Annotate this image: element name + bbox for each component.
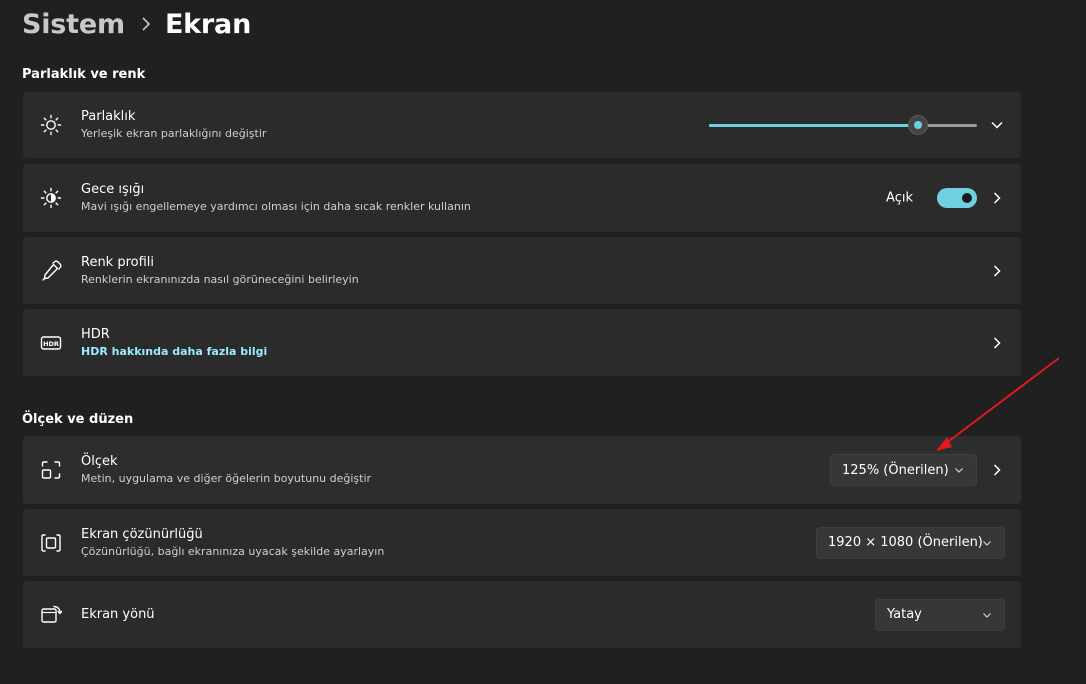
breadcrumb: Sistem Ekran: [22, 6, 251, 42]
night-light-text: Gece ışığı Mavi ışığı engellemeye yardım…: [81, 181, 471, 215]
display-settings-page: Sistem Ekran Parlaklık ve renk Parlaklık…: [0, 0, 1086, 684]
orientation-dropdown[interactable]: Yatay: [875, 598, 1005, 631]
brightness-slider[interactable]: [709, 115, 977, 135]
scale-subtitle: Metin, uygulama ve diğer öğelerin boyutu…: [81, 472, 372, 485]
next-section-peek: [22, 676, 36, 684]
night-light-toggle[interactable]: [937, 188, 977, 208]
orientation-title: Ekran yönü: [81, 606, 155, 622]
chevron-down-icon: [982, 610, 992, 620]
orientation-card[interactable]: Ekran yönü Yatay: [23, 581, 1021, 648]
scale-title: Ölçek: [81, 454, 118, 469]
hdr-learn-more-link[interactable]: HDR hakkında daha fazla bilgi: [81, 344, 267, 360]
resolution-dropdown-value: 1920 × 1080 (Önerilen): [828, 535, 983, 550]
breadcrumb-parent-link[interactable]: Sistem: [22, 9, 125, 40]
page-title: Ekran: [164, 8, 252, 40]
hdr-title: HDR: [81, 326, 110, 342]
chevron-down-icon: [954, 465, 964, 475]
resolution-title: Ekran çözünürlüğü: [81, 526, 203, 542]
toggle-knob: [962, 193, 972, 203]
sun-icon: [40, 114, 62, 136]
color-profile-title: Renk profili: [81, 254, 155, 270]
brightness-text: Parlaklık Yerleşik ekran parlaklığını de…: [81, 108, 266, 142]
scale-text: Ölçek Metin, uygulama ve diğer öğelerin …: [81, 453, 371, 487]
section-title-brightness-color: Parlaklık ve renk: [22, 67, 146, 82]
night-light-card[interactable]: Gece ışığı Mavi ışığı engellemeye yardım…: [23, 164, 1021, 232]
hdr-card[interactable]: HDR HDR HDR hakkında daha fazla bilgi: [23, 309, 1021, 376]
resolution-subtitle: Çözünürlüğü, bağlı ekranınıza uyacak şek…: [81, 544, 385, 558]
night-light-title: Gece ışığı: [81, 182, 145, 197]
scale-icon: [40, 459, 62, 481]
color-profile-subtitle: Renklerin ekranınızda nasıl görüneceğini…: [81, 272, 359, 286]
orientation-text: Ekran yönü: [81, 606, 155, 624]
color-profile-card[interactable]: Renk profili Renklerin ekranınızda nasıl…: [23, 237, 1021, 304]
brightness-title: Parlaklık: [81, 109, 136, 124]
night-light-subtitle: Mavi ışığı engellemeye yardımcı olması i…: [81, 200, 471, 213]
chevron-right-icon[interactable]: [989, 263, 1005, 279]
night-light-icon: [40, 187, 62, 209]
eyedropper-icon: [40, 259, 62, 282]
svg-text:HDR: HDR: [43, 339, 59, 347]
chevron-down-icon: [982, 538, 992, 548]
hdr-text: HDR HDR hakkında daha fazla bilgi: [81, 326, 267, 360]
chevron-right-icon[interactable]: [989, 190, 1005, 206]
chevron-right-icon[interactable]: [989, 335, 1005, 351]
scale-dropdown[interactable]: 125% (Önerilen): [830, 454, 977, 486]
chevron-right-icon: [141, 17, 151, 31]
orientation-icon: [40, 604, 62, 626]
hdr-icon: HDR: [40, 332, 62, 354]
brightness-subtitle: Yerleşik ekran parlaklığını değiştir: [81, 127, 267, 140]
slider-thumb[interactable]: [908, 115, 929, 135]
brightness-card[interactable]: Parlaklık Yerleşik ekran parlaklığını de…: [23, 92, 1021, 158]
section-title-scale-layout: Ölçek ve düzen: [22, 412, 134, 427]
chevron-right-icon[interactable]: [989, 462, 1005, 478]
night-light-toggle-label: Açık: [886, 190, 913, 206]
resolution-card[interactable]: Ekran çözünürlüğü Çözünürlüğü, bağlı ekr…: [23, 509, 1021, 576]
resolution-text: Ekran çözünürlüğü Çözünürlüğü, bağlı ekr…: [81, 526, 384, 560]
orientation-dropdown-value: Yatay: [887, 607, 922, 622]
resolution-dropdown[interactable]: 1920 × 1080 (Önerilen): [816, 526, 1005, 559]
slider-fill: [709, 124, 919, 127]
color-profile-text: Renk profili Renklerin ekranınızda nasıl…: [81, 254, 359, 288]
resolution-icon: [40, 532, 62, 554]
scale-card[interactable]: Ölçek Metin, uygulama ve diğer öğelerin …: [23, 436, 1021, 504]
scale-dropdown-value: 125% (Önerilen): [842, 462, 949, 478]
chevron-down-icon[interactable]: [989, 117, 1005, 133]
